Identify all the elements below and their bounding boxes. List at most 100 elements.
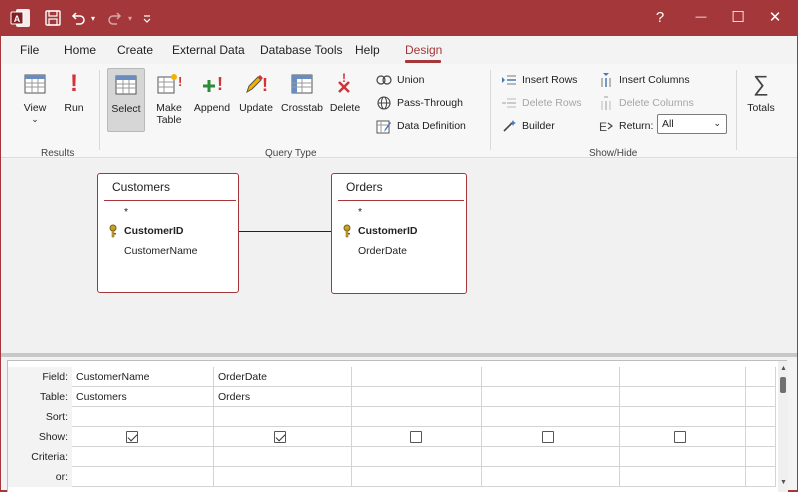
field-customername[interactable]: CustomerName	[124, 245, 198, 257]
grid-or-cell[interactable]	[482, 467, 620, 487]
tab-design[interactable]: Design	[405, 43, 442, 57]
grid-field-cell[interactable]: OrderDate	[214, 367, 352, 387]
update-button[interactable]: ! Update	[237, 70, 275, 132]
view-button[interactable]: View ⌄	[15, 70, 55, 132]
pass-through-label: Pass-Through	[397, 97, 463, 109]
redo-icon[interactable]	[107, 10, 123, 26]
field-all[interactable]: *	[358, 206, 362, 218]
grid-sort-cell[interactable]	[620, 407, 746, 427]
maximize-button[interactable]: ☐	[718, 0, 758, 34]
grid-or-cell[interactable]	[620, 467, 746, 487]
chevron-down-icon: ⌄	[713, 118, 721, 128]
make-table-button[interactable]: ! Make Table	[151, 70, 187, 134]
builder-button[interactable]: Builder	[501, 118, 555, 134]
delete-columns-icon	[598, 95, 614, 111]
grid-table-cell[interactable]	[482, 387, 620, 407]
vertical-scrollbar[interactable]: ▲ ▼	[778, 361, 788, 492]
delete-rows-button[interactable]: Delete Rows	[501, 95, 582, 111]
totals-button[interactable]: ∑ Totals	[743, 70, 779, 132]
tab-database-tools[interactable]: Database Tools	[260, 43, 343, 57]
grid-criteria-cell[interactable]	[620, 447, 746, 467]
minimize-button[interactable]: —	[681, 0, 721, 34]
select-query-button[interactable]: Select	[107, 68, 145, 132]
scroll-down-icon[interactable]: ▼	[780, 479, 787, 486]
grid-or-cell[interactable]	[746, 467, 776, 487]
delete-x-icon: !	[331, 70, 359, 98]
grid-or-cell[interactable]	[214, 467, 352, 487]
grid-sort-cell[interactable]	[214, 407, 352, 427]
grid-or-cell[interactable]	[72, 467, 214, 487]
delete-columns-button[interactable]: Delete Columns	[598, 95, 694, 111]
delete-query-button[interactable]: ! Delete	[328, 70, 362, 132]
undo-dropdown-icon[interactable]: ▾	[89, 10, 97, 26]
grid-field-cell[interactable]	[746, 367, 776, 387]
append-icon: !	[198, 70, 226, 98]
svg-text:!: !	[178, 74, 182, 89]
data-definition-button[interactable]: Data Definition	[376, 118, 466, 134]
tab-file[interactable]: File	[20, 43, 39, 57]
totals-label: Totals	[747, 102, 775, 114]
run-exclamation-icon: !	[70, 70, 78, 97]
union-button[interactable]: Union	[376, 72, 424, 88]
grid-table-cell[interactable]	[746, 387, 776, 407]
pass-through-button[interactable]: Pass-Through	[376, 95, 463, 111]
field-customerid[interactable]: CustomerID	[124, 225, 184, 237]
grid-criteria-cell[interactable]	[746, 447, 776, 467]
grid-field-cell[interactable]	[482, 367, 620, 387]
grid-table-cell[interactable]	[352, 387, 482, 407]
tab-external-data[interactable]: External Data	[172, 43, 245, 57]
field-orderdate[interactable]: OrderDate	[358, 245, 407, 257]
grid-criteria-cell[interactable]	[214, 447, 352, 467]
tab-home[interactable]: Home	[64, 43, 96, 57]
table-orders[interactable]: Orders * CustomerID OrderDate	[331, 173, 467, 294]
scroll-up-icon[interactable]: ▲	[780, 365, 787, 372]
grid-field-cell[interactable]	[352, 367, 482, 387]
grid-field-cell[interactable]	[620, 367, 746, 387]
field-customerid[interactable]: CustomerID	[358, 225, 418, 237]
crosstab-button[interactable]: Crosstab	[280, 70, 324, 132]
insert-columns-label: Insert Columns	[619, 74, 690, 86]
ribbon: View ⌄ ! Run Results Select ! Make Table	[1, 64, 797, 159]
field-all[interactable]: *	[124, 206, 128, 218]
tab-help[interactable]: Help	[355, 43, 380, 57]
grid-sort-cell[interactable]	[352, 407, 482, 427]
close-button[interactable]: ✕	[755, 0, 795, 34]
vertical-scroll-thumb[interactable]	[780, 377, 786, 393]
grid-or-cell[interactable]	[352, 467, 482, 487]
make-table-label-1: Make	[156, 102, 182, 114]
grid-sort-cell[interactable]	[746, 407, 776, 427]
grid-criteria-cell[interactable]	[482, 447, 620, 467]
show-checkbox[interactable]	[410, 431, 422, 443]
insert-rows-button[interactable]: Insert Rows	[501, 72, 577, 88]
grid-sort-cell[interactable]	[72, 407, 214, 427]
tab-create[interactable]: Create	[117, 43, 153, 57]
row-label-or: or:	[8, 467, 72, 487]
save-icon[interactable]	[44, 9, 62, 27]
query-design-pane[interactable]: Customers * CustomerID CustomerName Orde…	[1, 159, 797, 353]
append-button[interactable]: ! Append	[193, 70, 231, 132]
run-button[interactable]: ! Run	[59, 70, 89, 132]
pane-splitter[interactable]	[1, 353, 797, 357]
show-checkbox[interactable]	[674, 431, 686, 443]
grid-criteria-cell[interactable]	[352, 447, 482, 467]
return-dropdown[interactable]: All ⌄	[657, 114, 727, 134]
grid-table-cell[interactable]: Orders	[214, 387, 352, 407]
insert-columns-button[interactable]: Insert Columns	[598, 72, 690, 88]
undo-icon[interactable]	[70, 10, 86, 26]
join-line[interactable]	[239, 231, 333, 232]
show-checkbox[interactable]	[274, 431, 286, 443]
access-app-icon[interactable]: A	[10, 7, 32, 29]
grid-field-cell[interactable]: CustomerName	[72, 367, 214, 387]
redo-dropdown-icon[interactable]: ▾	[126, 10, 134, 26]
grid-table-cell[interactable]	[620, 387, 746, 407]
grid-criteria-cell[interactable]	[72, 447, 214, 467]
customize-toolbar-icon[interactable]	[142, 10, 152, 26]
table-customers[interactable]: Customers * CustomerID CustomerName	[97, 173, 239, 293]
grid-table-cell[interactable]: Customers	[72, 387, 214, 407]
grid-sort-cell[interactable]	[482, 407, 620, 427]
show-checkbox[interactable]	[126, 431, 138, 443]
table-title: Orders	[346, 180, 383, 194]
grid-show-cell[interactable]	[746, 427, 776, 447]
show-checkbox[interactable]	[542, 431, 554, 443]
help-button[interactable]: ?	[640, 0, 680, 34]
